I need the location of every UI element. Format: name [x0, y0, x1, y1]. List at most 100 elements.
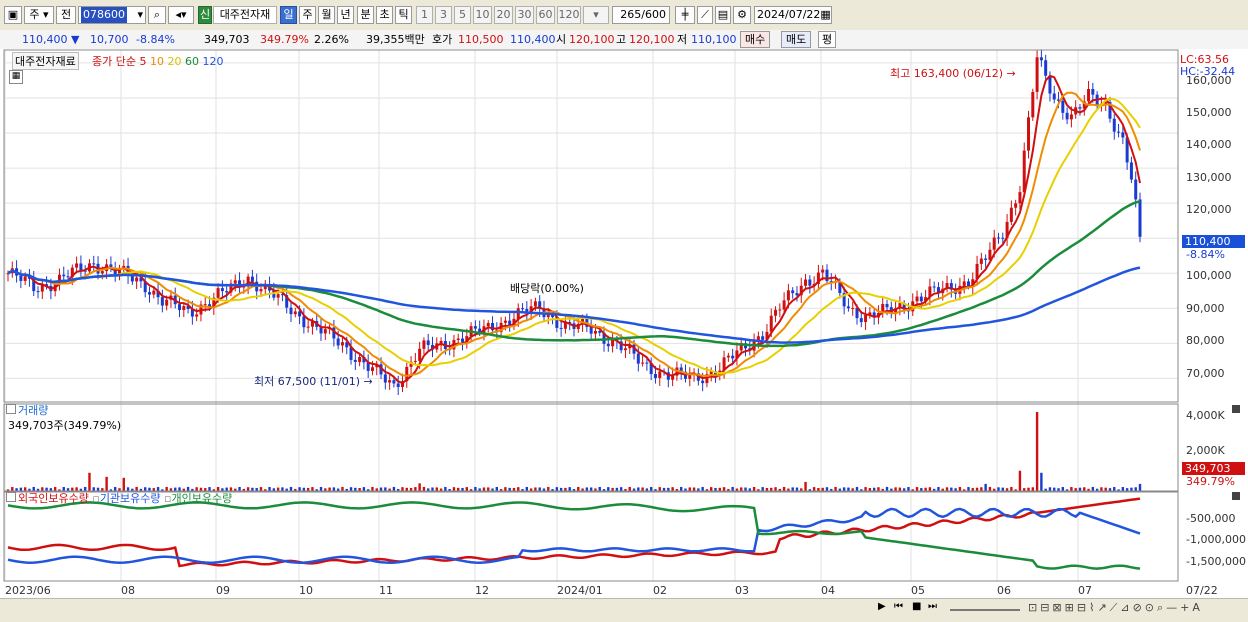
volume-bar [692, 487, 696, 491]
volume-bar [88, 472, 91, 491]
volume-panel-title[interactable]: 거래량 [18, 402, 48, 418]
candle-icon[interactable]: ╪ [675, 6, 695, 24]
interval-20-label: 20 [496, 8, 511, 21]
holding-legend[interactable]: 외국인보유수량 ▫기관보유수량 ▫개인보유수량 [18, 490, 232, 506]
candle-body [1044, 60, 1048, 76]
volume-bar [937, 486, 940, 491]
interval-5[interactable]: 5 [454, 6, 471, 24]
stock-name-tag[interactable]: 대주전자재료 [12, 52, 79, 70]
scroll-end-icon[interactable]: ⏭ [928, 601, 937, 612]
volume-bar [517, 487, 520, 491]
evaluation-button[interactable]: 평 [818, 31, 837, 48]
volume-bar [688, 487, 691, 491]
sell-button[interactable]: 매도 [781, 31, 812, 48]
period-minute[interactable]: 분 [357, 6, 374, 24]
stock-chart[interactable] [0, 49, 1248, 621]
panel-toggle-icon[interactable] [6, 404, 16, 414]
volume-bar [495, 486, 499, 491]
legend-individual: 개인보유수량 [171, 492, 233, 505]
period-week[interactable]: 주 [299, 6, 316, 24]
volume-bar [701, 486, 704, 491]
volume-bar [679, 486, 683, 491]
chevron-down-icon[interactable]: ▾ [137, 7, 143, 23]
volume-bar [847, 487, 850, 491]
interval-3[interactable]: 3 [435, 6, 452, 24]
open-price: 120,100 [569, 33, 615, 46]
interval-60[interactable]: 60 [536, 6, 555, 24]
period-month[interactable]: 월 [318, 6, 335, 24]
credit-badge: 신 [198, 6, 212, 24]
candle-body [1065, 112, 1069, 120]
scroll-start-icon[interactable]: ⏮ [894, 601, 903, 612]
volume-bar [710, 487, 713, 491]
period-year[interactable]: 년 [337, 6, 354, 24]
date-input[interactable]: 2024/07/22 ▦ [754, 6, 832, 24]
volume-bar [281, 487, 284, 491]
volume-bar [268, 486, 271, 491]
calendar-icon[interactable]: ▦ [820, 7, 830, 23]
draw-tool-icon[interactable]: ⟋ [697, 6, 713, 24]
volume-bar [525, 486, 529, 491]
ma-legend[interactable]: 종가 단순 5 10 20 60 120 [92, 53, 223, 69]
chevron-down-icon[interactable]: ▾ [593, 7, 599, 23]
chart-layout-icon[interactable]: ▣ [4, 6, 22, 24]
candle-body [1087, 88, 1091, 102]
volume-bar [371, 486, 374, 491]
interval-120[interactable]: 120 [557, 6, 581, 24]
count-input[interactable]: 265/600 [612, 6, 670, 24]
candle-body [623, 348, 627, 351]
save-icon[interactable]: ▤ [715, 6, 731, 24]
table-toggle-icon[interactable]: ▦ [9, 70, 23, 84]
custom-interval-select[interactable]: ▾ [583, 6, 609, 24]
interval-10[interactable]: 10 [473, 6, 492, 24]
volume-bar [435, 487, 438, 491]
volume-bar [1138, 483, 1142, 491]
close-panel-icon[interactable] [1232, 405, 1240, 413]
candle-body [1035, 57, 1039, 92]
candle-body [846, 306, 850, 309]
candle-body [1091, 88, 1095, 95]
max-note: 최고 163,400 (06/12) → [890, 65, 1016, 81]
search-icon[interactable]: ⌕ [148, 6, 166, 24]
panel-toggle-icon[interactable] [6, 492, 16, 502]
candle-body [521, 308, 525, 310]
x-label-2024-01: 2024/01 [557, 584, 603, 597]
tool-icons[interactable]: ⊡⊟⊠⊞⊟⌇↗⟋⊿⊘⊙⌕—+A [1028, 601, 1203, 615]
market-select[interactable]: 주 ▾ [24, 6, 54, 24]
period-second[interactable]: 초 [376, 6, 393, 24]
volume-bar [658, 487, 661, 491]
interval-20[interactable]: 20 [494, 6, 513, 24]
volume-bar [774, 487, 777, 491]
candle-body [66, 276, 70, 278]
interval-1[interactable]: 1 [416, 6, 433, 24]
volume-bar [555, 487, 559, 491]
volume-bar [1083, 487, 1086, 491]
side-select[interactable]: 전 [56, 6, 76, 24]
scroll-right-icon[interactable]: ▶ [878, 601, 886, 612]
stop-icon[interactable]: ■ [912, 601, 921, 612]
candle-body [593, 330, 597, 334]
candle-body [418, 348, 422, 361]
gear-icon[interactable]: ⚙ [733, 6, 751, 24]
speaker-icon[interactable]: ◂▾ [168, 6, 194, 24]
candle-body [1009, 207, 1013, 222]
zoom-slider[interactable] [950, 609, 1020, 611]
candle-body [220, 288, 224, 292]
period-tick[interactable]: 틱 [395, 6, 412, 24]
volume-bar [628, 486, 631, 491]
candle-body [966, 281, 970, 287]
buy-button[interactable]: 매수 [740, 31, 771, 48]
close-panel-icon[interactable] [1232, 492, 1240, 500]
side-value: 전 [60, 8, 72, 21]
count-value: 265 [620, 8, 642, 21]
candle-body [392, 380, 396, 384]
ma-legend-120: 120 [202, 55, 224, 68]
credit-badge-label: 신 [199, 8, 211, 21]
toolbar: ▣ 주 ▾ 전 078600 ▾ ⌕ ◂▾ 신 대주전자재 일 주 월 년 분 초… [0, 0, 1248, 31]
interval-30[interactable]: 30 [515, 6, 534, 24]
candle-body [340, 342, 344, 346]
period-day[interactable]: 일 [280, 6, 297, 24]
stock-code-input[interactable]: 078600 ▾ [78, 6, 146, 24]
candle-body [778, 309, 782, 311]
candle-body [473, 326, 477, 329]
